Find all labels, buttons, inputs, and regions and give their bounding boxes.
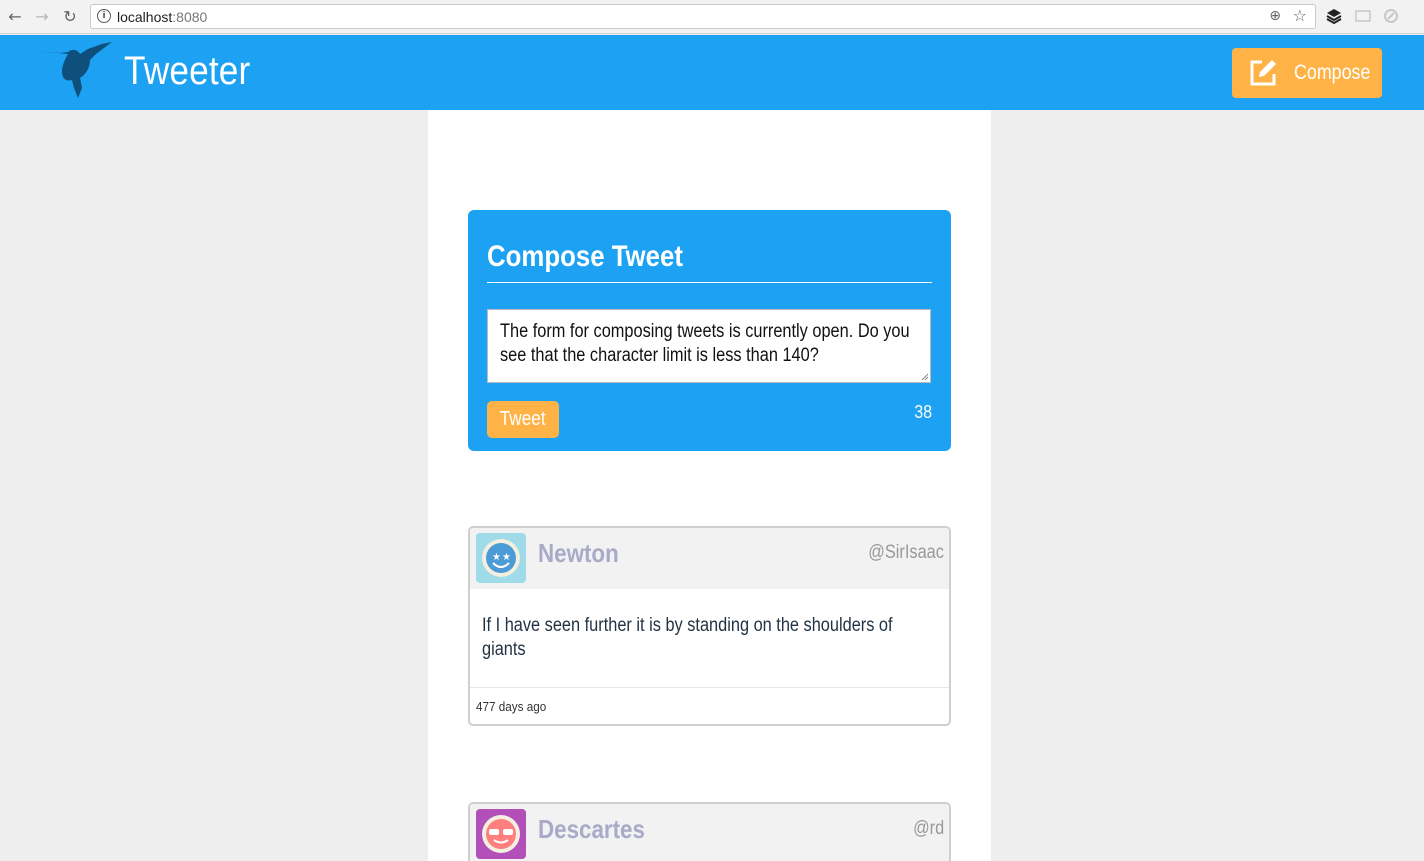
- forward-icon[interactable]: →: [32, 6, 52, 26]
- tweet-author-handle: @SirIsaac: [868, 542, 944, 563]
- browser-toolbar: ← → ↻ i localhost:8080 ⊕ ☆: [0, 0, 1424, 34]
- resize-handle-icon[interactable]: [921, 373, 929, 381]
- svg-text:★: ★: [502, 552, 511, 563]
- tweet-textarea-value: The form for composing tweets is current…: [500, 321, 910, 366]
- url-text[interactable]: localhost:8080: [117, 9, 207, 25]
- address-bar[interactable]: i localhost:8080 ⊕ ☆: [90, 4, 1316, 29]
- tweet-textarea[interactable]: The form for composing tweets is current…: [487, 309, 931, 383]
- tweet-header: ★ ★ Newton @SirIsaac: [470, 528, 949, 589]
- tweet-author-name: Descartes: [538, 814, 645, 844]
- character-counter: 38: [914, 402, 932, 422]
- tweet-card: ★ ★ Newton @SirIsaac If I have seen furt…: [468, 526, 951, 726]
- compose-button[interactable]: Compose: [1232, 48, 1382, 98]
- extension-icon[interactable]: [1383, 8, 1399, 24]
- avatar: [476, 809, 526, 859]
- divider: [487, 282, 932, 283]
- compose-button-label: Compose: [1294, 61, 1371, 84]
- svg-text:★: ★: [492, 552, 501, 563]
- divider: [470, 687, 949, 688]
- app-title: Tweeter: [124, 49, 251, 93]
- compose-tweet-form: Compose Tweet The form for composing twe…: [468, 210, 951, 451]
- tweet-timestamp: 477 days ago: [476, 699, 547, 714]
- reload-icon[interactable]: ↻: [60, 6, 80, 26]
- avatar: ★ ★: [476, 533, 526, 583]
- tweet-author-name: Newton: [538, 538, 619, 568]
- app-header: Tweeter Compose: [0, 35, 1424, 110]
- tweet-author-handle: @rd: [912, 818, 944, 839]
- hummingbird-icon: [38, 42, 112, 98]
- layers-extension-icon[interactable]: [1326, 8, 1342, 24]
- extension-icon[interactable]: [1355, 8, 1371, 24]
- bookmark-star-icon[interactable]: ☆: [1293, 6, 1307, 25]
- tweet-header: Descartes @rd: [470, 804, 949, 861]
- tweet-text: If I have seen further it is by standing…: [482, 615, 893, 660]
- tweet-button-label: Tweet: [500, 408, 546, 430]
- main-column: Compose Tweet The form for composing twe…: [428, 110, 991, 861]
- back-icon[interactable]: ←: [5, 6, 25, 26]
- edit-icon: [1250, 60, 1276, 86]
- zoom-icon[interactable]: ⊕: [1269, 8, 1281, 24]
- tweet-card: Descartes @rd: [468, 802, 951, 861]
- compose-title: Compose Tweet: [487, 240, 683, 273]
- tweet-button[interactable]: Tweet: [487, 401, 559, 438]
- info-icon[interactable]: i: [97, 9, 111, 23]
